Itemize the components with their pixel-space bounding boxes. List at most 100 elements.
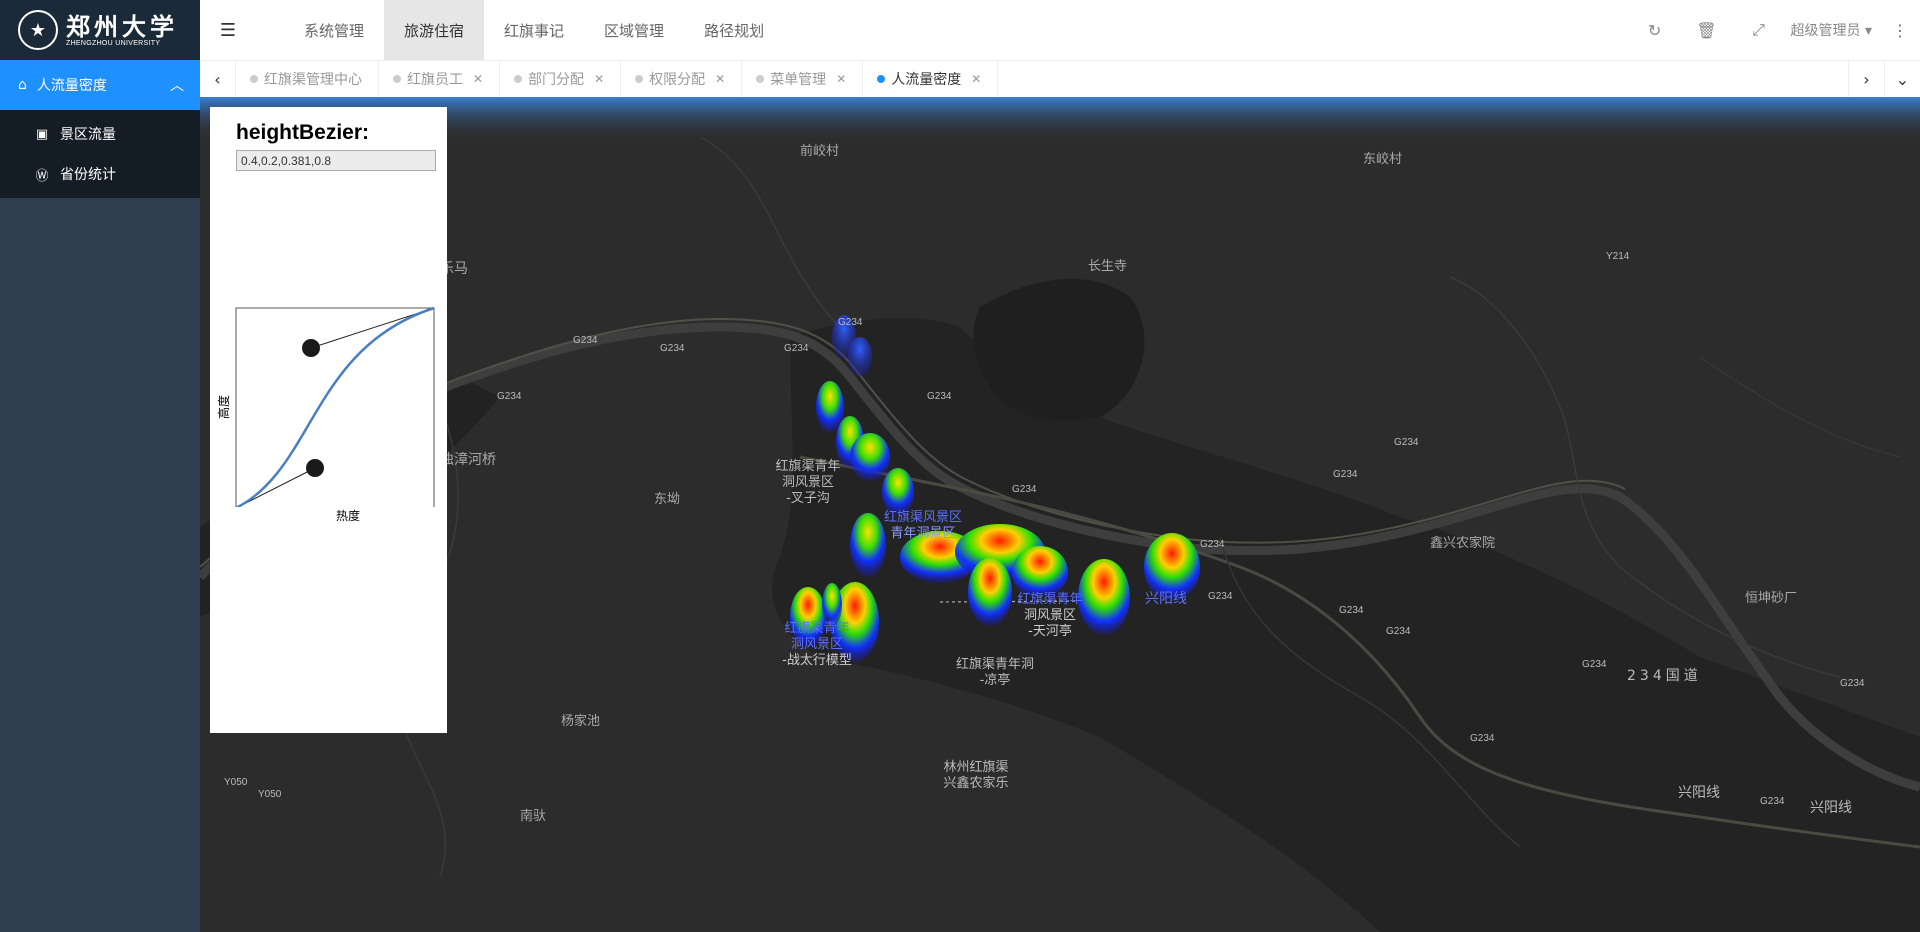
tab-status-dot bbox=[877, 75, 886, 83]
tab-status-dot bbox=[635, 75, 644, 83]
tab-status-dot bbox=[756, 75, 765, 83]
top-navigation: 系统管理 旅游住宿 红旗事记 区域管理 路径规划 bbox=[284, 0, 784, 60]
close-icon[interactable]: ✕ bbox=[836, 72, 846, 86]
tabs-scroll-right-icon[interactable]: › bbox=[1848, 61, 1884, 97]
scenic-label: 林州红旗渠 bbox=[943, 759, 1008, 775]
nav-area-management[interactable]: 区域管理 bbox=[584, 0, 684, 60]
heat-peak bbox=[850, 513, 886, 577]
scenic-label: -战太行模型 bbox=[782, 653, 852, 668]
heat-peak bbox=[848, 337, 872, 377]
map-label: 杨家池 bbox=[561, 713, 600, 729]
road-label: G234 bbox=[784, 343, 809, 354]
heat-peak bbox=[850, 433, 890, 481]
road-label: G234 bbox=[838, 317, 863, 328]
map-canvas[interactable]: 前峧村 东峧村 长生寺 东坳 杨家池 南驮 鑫兴农家院 恒坤砂厂 浊漳河桥 乐马… bbox=[200, 97, 1920, 932]
tab-department[interactable]: 部门分配 ✕ bbox=[500, 61, 622, 97]
refresh-icon[interactable]: ↻ bbox=[1629, 21, 1681, 40]
caret-down-icon: ▾ bbox=[1864, 23, 1872, 39]
map-horizon bbox=[200, 97, 1920, 142]
heat-peak bbox=[1078, 559, 1130, 635]
road-label: G234 bbox=[1394, 437, 1419, 448]
road-label: 兴阳线 bbox=[1810, 800, 1852, 816]
road-label: Y214 bbox=[1606, 251, 1630, 262]
road-label: G234 bbox=[497, 391, 522, 402]
more-vertical-icon[interactable]: ⋮ bbox=[1886, 21, 1914, 40]
road-label: 兴阳线 bbox=[1678, 785, 1720, 801]
sidebar-item-scenic-flow[interactable]: ▣ 景区流量 bbox=[0, 114, 200, 154]
road-label: G234 bbox=[1470, 733, 1495, 744]
home-icon: ⌂ bbox=[18, 77, 27, 93]
tab-menu-management[interactable]: 菜单管理 ✕ bbox=[742, 61, 864, 97]
bezier-title: heightBezier: bbox=[236, 121, 370, 144]
collapse-menu-icon[interactable]: ☰ bbox=[202, 0, 254, 60]
scenic-label: 红旗渠青年 bbox=[784, 620, 849, 636]
sidebar-submenu: ▣ 景区流量 Ⓦ 省份统计 bbox=[0, 110, 200, 198]
close-icon[interactable]: ✕ bbox=[473, 72, 483, 86]
map-label: 东峧村 bbox=[1363, 152, 1402, 167]
user-menu[interactable]: 超级管理员 ▾ bbox=[1791, 20, 1872, 40]
tab-status-dot bbox=[393, 75, 401, 83]
close-icon[interactable]: ✕ bbox=[971, 72, 981, 86]
scenic-label: 兴鑫农家乐 bbox=[943, 775, 1008, 791]
scenic-label: 青年洞景区 bbox=[890, 526, 955, 541]
bezier-curve-editor[interactable]: 高度 bbox=[210, 287, 447, 507]
sidebar-item-province-stats[interactable]: Ⓦ 省份统计 bbox=[0, 154, 200, 194]
tab-label: 菜单管理 bbox=[770, 72, 827, 88]
tab-crowd-density[interactable]: 人流量密度 ✕ bbox=[863, 61, 999, 97]
scenic-label: 洞风景区 bbox=[1024, 608, 1076, 623]
map-label: 恒坤砂厂 bbox=[1745, 591, 1797, 606]
road-label: Y050 bbox=[224, 777, 248, 788]
tab-hongqi-center[interactable]: 红旗渠管理中心 bbox=[236, 61, 379, 97]
map-label: 南驮 bbox=[520, 808, 546, 824]
nav-tourism-lodging[interactable]: 旅游住宿 bbox=[384, 0, 485, 60]
sidebar-menu-crowd-density[interactable]: ⌂ 人流量密度 ︿ bbox=[0, 60, 200, 110]
bezier-value-input[interactable] bbox=[236, 150, 436, 171]
map-label: 东坳 bbox=[654, 492, 680, 507]
bezier-y-axis-label: 高度 bbox=[216, 395, 231, 419]
tabs-scroll-left-icon[interactable]: ‹ bbox=[200, 61, 236, 97]
sidebar: ★ 郑州大学 ZHENGZHOU UNIVERSITY ⌂ 人流量密度 ︿ ▣ … bbox=[0, 0, 200, 932]
heat-peak bbox=[1012, 546, 1068, 598]
heat-peak bbox=[882, 468, 914, 516]
heat-peak bbox=[968, 558, 1012, 626]
university-logo[interactable]: ★ 郑州大学 ZHENGZHOU UNIVERSITY bbox=[0, 0, 200, 60]
heatmap-3d-map[interactable]: 前峧村 东峧村 长生寺 东坳 杨家池 南驮 鑫兴农家院 恒坤砂厂 浊漳河桥 乐马… bbox=[200, 97, 1920, 932]
road-label: G234 bbox=[1339, 605, 1364, 616]
bezier-x-axis-label: 热度 bbox=[336, 509, 361, 523]
road-label: 兴阳线 bbox=[1145, 591, 1187, 607]
map-label: 长生寺 bbox=[1088, 259, 1127, 274]
bezier-chart-frame bbox=[235, 307, 435, 507]
sidebar-item-label: 景区流量 bbox=[60, 127, 116, 143]
tab-label: 部门分配 bbox=[528, 72, 585, 88]
scenic-label: -叉子沟 bbox=[786, 491, 830, 506]
scenic-label: -凉亭 bbox=[980, 672, 1011, 688]
tab-bar: ‹ 红旗渠管理中心 红旗员工 ✕ 部门分配 ✕ 权限分配 ✕ 菜单管理 ✕ 人流… bbox=[200, 60, 1920, 97]
tab-permissions[interactable]: 权限分配 ✕ bbox=[621, 61, 743, 97]
tabs-dropdown-icon[interactable]: ⌄ bbox=[1884, 61, 1920, 97]
map-label: 浊漳河桥 bbox=[440, 451, 496, 468]
tab-hongqi-staff[interactable]: 红旗员工 ✕ bbox=[379, 61, 501, 97]
bezier-control-point-2[interactable] bbox=[302, 339, 320, 357]
tab-label: 红旗渠管理中心 bbox=[264, 72, 362, 88]
tab-label: 权限分配 bbox=[649, 72, 706, 88]
close-icon[interactable]: ✕ bbox=[715, 72, 725, 86]
scenic-label: 红旗渠风景区 bbox=[884, 509, 962, 525]
scenic-label: 红旗渠青年 bbox=[1017, 591, 1082, 607]
nav-hongqi-events[interactable]: 红旗事记 bbox=[484, 0, 584, 60]
road-label: G234 bbox=[1840, 678, 1865, 689]
road-label: G234 bbox=[1200, 539, 1225, 550]
scenic-label: -天河亭 bbox=[1028, 623, 1072, 639]
fullscreen-icon[interactable]: ⤢ bbox=[1733, 20, 1785, 40]
close-icon[interactable]: ✕ bbox=[594, 72, 604, 86]
logo-chinese-name: 郑州大学 bbox=[66, 11, 178, 41]
tab-label: 人流量密度 bbox=[891, 72, 962, 88]
tab-status-dot bbox=[514, 75, 523, 83]
road-label: G234 bbox=[1333, 469, 1358, 480]
bezier-control-point-1[interactable] bbox=[306, 459, 324, 477]
road-label: G234 bbox=[1208, 591, 1233, 602]
nav-system-management[interactable]: 系统管理 bbox=[284, 0, 384, 60]
chevron-up-icon: ︿ bbox=[170, 78, 184, 94]
trash-icon[interactable]: 🗑 bbox=[1681, 21, 1733, 40]
nav-route-planning[interactable]: 路径规划 bbox=[684, 0, 784, 60]
scenic-label: 洞风景区 bbox=[791, 637, 843, 652]
